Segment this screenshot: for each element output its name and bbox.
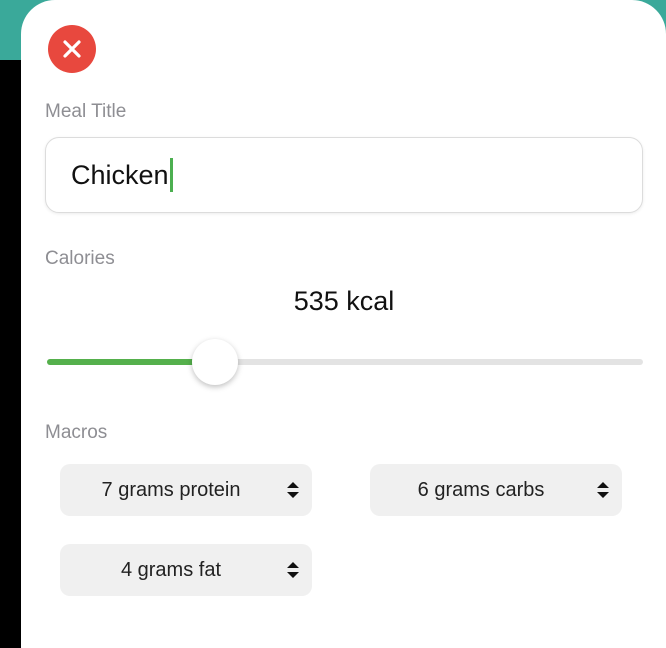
fat-picker-label: 4 grams fat	[120, 558, 222, 581]
protein-picker-label: 7 grams protein	[101, 478, 241, 501]
close-x-icon	[63, 40, 81, 58]
meal-title-value: Chicken	[71, 159, 169, 190]
carbs-picker-label: 6 grams carbs	[417, 478, 545, 501]
calories-label: Calories	[45, 248, 115, 269]
text-cursor	[169, 158, 173, 192]
calories-slider-fill	[47, 359, 216, 365]
chevron-up-down-icon	[287, 562, 299, 578]
meal-title-input[interactable]: Chicken	[45, 137, 643, 213]
chevron-up-down-icon	[597, 482, 609, 498]
carbs-picker[interactable]: 6 grams carbs	[370, 464, 622, 516]
macros-label: Macros	[45, 422, 108, 443]
calories-slider[interactable]	[47, 339, 643, 385]
meal-title-label: Meal Title	[45, 101, 127, 122]
close-button[interactable]	[48, 25, 96, 73]
calories-slider-thumb[interactable]	[192, 339, 239, 385]
fat-picker[interactable]: 4 grams fat	[60, 544, 312, 596]
calories-value: 535 kcal	[293, 286, 395, 316]
chevron-up-down-icon	[287, 482, 299, 498]
protein-picker[interactable]: 7 grams protein	[60, 464, 312, 516]
